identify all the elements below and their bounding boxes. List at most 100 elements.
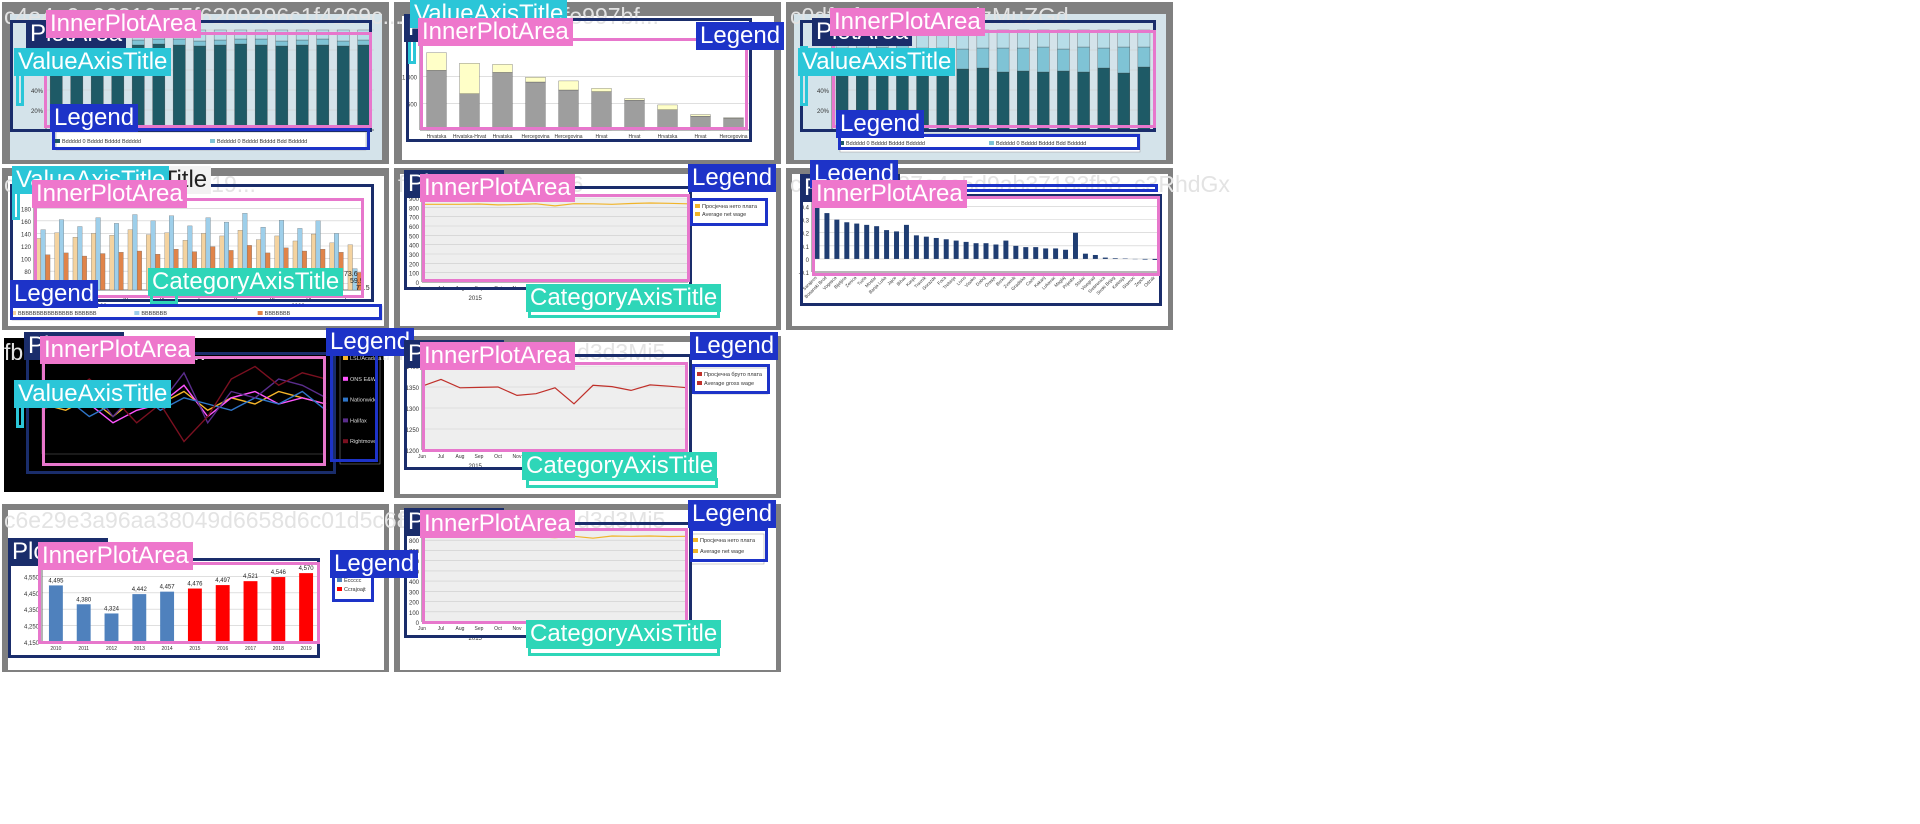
x-tick-label: Hrvatska xyxy=(427,134,447,140)
bar xyxy=(657,109,678,131)
bar xyxy=(338,252,344,291)
x-tick-label: Jun xyxy=(418,454,426,460)
chart-tile: 0 100 200 300 400 500 600 700 800 900 Jun Jul Aug Sep… xyxy=(394,168,781,330)
bar xyxy=(275,40,289,47)
bar xyxy=(70,29,84,42)
y-tick-label: 20% xyxy=(31,109,44,115)
y-tick-label: 0.4 xyxy=(801,206,810,212)
bar xyxy=(173,248,179,291)
bar xyxy=(936,29,949,49)
bar xyxy=(1097,29,1110,49)
bar xyxy=(558,89,579,131)
bar xyxy=(996,47,1010,73)
x-tick-label: 2019 xyxy=(301,646,312,652)
x-tick-label: 2018 xyxy=(273,646,284,652)
bar xyxy=(856,29,869,49)
bar xyxy=(976,67,990,131)
legend-entry: Bddddd 0 Bdddd Bdddd Bddddd xyxy=(62,139,141,145)
bar xyxy=(814,203,820,259)
x-tick-label: 2011 xyxy=(78,646,89,652)
y-tick-label: 4,450 xyxy=(24,592,40,598)
bar xyxy=(1097,67,1110,131)
bar xyxy=(1092,254,1098,259)
bar xyxy=(36,238,42,291)
bar xyxy=(172,44,186,131)
y-tick-label: 800 xyxy=(409,206,420,212)
y-tick-label: 700 xyxy=(409,549,420,555)
y-tick-label: 900 xyxy=(409,197,420,203)
bar xyxy=(213,39,227,46)
legend-entry: Average net wage xyxy=(700,549,744,555)
bar xyxy=(864,224,870,259)
legend-entry: Bddddd 0 Bdddd Bdddd Bddddd xyxy=(846,141,925,147)
bar xyxy=(131,44,145,131)
x-tick-label: May xyxy=(626,454,636,460)
bar xyxy=(295,39,309,46)
bar xyxy=(210,246,216,291)
bar xyxy=(254,44,268,131)
legend-swatch xyxy=(697,381,702,385)
y-tick-label: 120 xyxy=(21,245,32,251)
bar xyxy=(973,243,979,259)
bar xyxy=(283,247,289,291)
bar xyxy=(118,252,124,291)
x-tick-label: II xyxy=(87,296,91,302)
category-group-label: 2015 xyxy=(469,296,483,302)
chart-svg: 500 1,000 Hrvatska Hrvatska-Hrvat Hrvatska He… xyxy=(402,16,774,160)
y-tick-label: 600 xyxy=(409,560,420,566)
bar xyxy=(492,64,513,73)
bar xyxy=(876,29,889,48)
bar xyxy=(591,91,612,131)
bar xyxy=(111,39,125,47)
chart-svg: 0100200300400500600700800Jun Jul Aug Sep Oct… xyxy=(400,510,776,670)
bar xyxy=(182,240,188,291)
legend-entry: Average gross wage xyxy=(704,381,754,387)
chart-tile: -0.1 0 0.1 0.2 0.3 0.4 Sarajevo Bosanski Brod Vo… xyxy=(786,168,1173,330)
bar xyxy=(275,45,289,131)
y-tick-label: 100% xyxy=(28,29,44,35)
x-tick-label: Oct xyxy=(494,286,502,292)
bar xyxy=(976,29,990,49)
bar xyxy=(1016,47,1030,72)
bar xyxy=(916,29,929,49)
bar xyxy=(690,115,711,131)
chart-tile: LSL/Acadata E&W ONS E&W Nationwide Halifax R… xyxy=(2,336,389,498)
y-tick-label: 300 xyxy=(409,253,420,259)
x-tick-label: Hercegovina xyxy=(521,134,549,140)
x-tick-label: Hrvat xyxy=(629,134,642,140)
bar xyxy=(956,48,969,70)
legend-swatch xyxy=(695,204,700,208)
category-group-label: 2016 xyxy=(628,464,642,470)
y-tick-label: 100 xyxy=(409,611,420,617)
x-tick-label: Jul xyxy=(438,286,444,292)
x-tick-label: III xyxy=(123,296,128,302)
bar xyxy=(933,237,939,259)
bar xyxy=(558,80,579,91)
x-tick-label: Dec xyxy=(532,286,541,292)
bar xyxy=(274,235,280,291)
bar xyxy=(329,242,335,291)
bar xyxy=(187,225,193,291)
bar xyxy=(49,46,63,131)
category-group-label: 2015 xyxy=(469,636,483,642)
x-tick-label: III xyxy=(270,296,275,302)
bar xyxy=(976,47,990,69)
legend-entry: Nationwide xyxy=(350,398,377,404)
bar xyxy=(916,69,929,131)
bar xyxy=(49,41,63,48)
legend-entry: Halifax xyxy=(350,418,367,424)
bar xyxy=(243,581,258,642)
plot-background xyxy=(422,530,688,622)
bar xyxy=(172,29,186,40)
bar xyxy=(155,254,161,291)
bar xyxy=(983,243,989,259)
bar xyxy=(279,220,284,291)
bar xyxy=(265,252,271,291)
bar xyxy=(943,239,949,259)
y-tick-label: 4,350 xyxy=(24,608,40,614)
y-tick-label: 4,650 xyxy=(24,559,40,565)
chart-tile: 0 100 200 300 400 500 600 700 800 Jun Jul Aug Sep Oct… xyxy=(394,504,781,672)
x-tick-label: Oct xyxy=(494,626,502,632)
legend-swatch xyxy=(55,139,60,143)
x-tick-label: 2010 xyxy=(50,646,61,652)
